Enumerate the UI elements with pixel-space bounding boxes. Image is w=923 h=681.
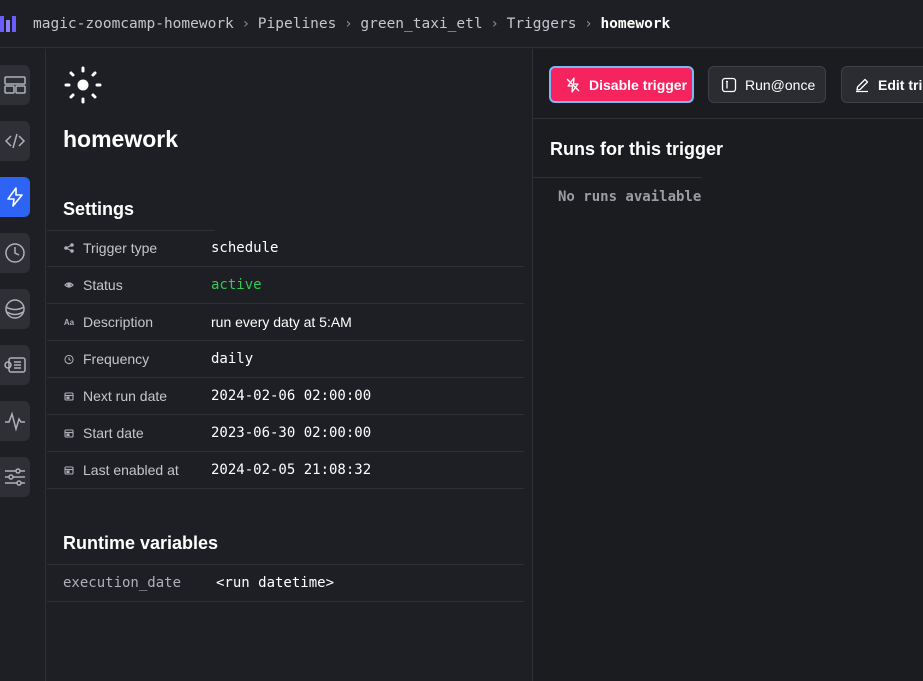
settings-label: Start date bbox=[83, 425, 144, 441]
code-icon bbox=[4, 133, 26, 149]
settings-heading: Settings bbox=[63, 199, 135, 219]
run-once-label: Run@once bbox=[745, 76, 816, 93]
settings-value: schedule bbox=[211, 240, 279, 256]
settings-row-last-enabled: Last enabled at 2024-02-05 21:08:32 bbox=[47, 452, 524, 489]
nav-overview-button[interactable] bbox=[0, 65, 30, 105]
settings-row-description: Aa Description run every daty at 5:AM bbox=[47, 304, 524, 341]
settings-row-next-run: Next run date 2024-02-06 02:00:00 bbox=[47, 378, 524, 415]
disable-trigger-button[interactable]: Disable trigger bbox=[549, 66, 694, 103]
lightning-off-icon bbox=[566, 76, 580, 93]
settings-label: Trigger type bbox=[83, 240, 158, 256]
settings-value: 2023-06-30 02:00:00 bbox=[211, 425, 372, 441]
share-icon bbox=[64, 243, 74, 253]
trigger-detail-panel: homework Settings Trigger type schedule … bbox=[47, 49, 531, 681]
runtime-variable-key: execution_date bbox=[63, 575, 182, 591]
schedule-sun-icon bbox=[64, 66, 102, 104]
settings-label: Frequency bbox=[83, 351, 150, 367]
settings-value: daily bbox=[211, 351, 254, 367]
settings-row-frequency: Frequency daily bbox=[47, 341, 524, 378]
left-nav-rail bbox=[0, 49, 46, 681]
nav-triggers-button[interactable] bbox=[0, 177, 30, 217]
text-icon: Aa bbox=[63, 317, 75, 327]
status-icon bbox=[64, 280, 74, 290]
settings-value: run every daty at 5:AM bbox=[211, 314, 352, 330]
clock-icon bbox=[64, 354, 74, 364]
settings-label: Last enabled at bbox=[83, 462, 179, 478]
breadcrumb-pipeline[interactable]: green_taxi_etl bbox=[360, 16, 482, 32]
layout-icon bbox=[4, 76, 26, 94]
lightning-icon bbox=[7, 187, 23, 207]
logs-icon bbox=[4, 357, 26, 373]
breadcrumb-current: homework bbox=[600, 16, 671, 32]
settings-row-status: Status active bbox=[47, 267, 524, 304]
pulse-icon bbox=[5, 411, 25, 432]
pencil-icon bbox=[856, 78, 869, 92]
settings-value: 2024-02-05 21:08:32 bbox=[211, 462, 372, 478]
nav-backfills-button[interactable] bbox=[0, 289, 30, 329]
planet-icon bbox=[5, 299, 25, 319]
settings-value: 2024-02-06 02:00:00 bbox=[211, 388, 372, 404]
breadcrumb-pipelines[interactable]: Pipelines bbox=[258, 16, 337, 32]
chevron-right-icon: › bbox=[241, 16, 251, 32]
edit-trigger-label: Edit trigger bbox=[878, 76, 923, 93]
settings-row-trigger-type: Trigger type schedule bbox=[47, 230, 524, 267]
nav-monitor-button[interactable] bbox=[0, 401, 30, 441]
nav-logs-button[interactable] bbox=[0, 345, 30, 385]
runs-divider bbox=[533, 177, 702, 178]
nav-runs-button[interactable] bbox=[0, 233, 30, 273]
trigger-runs-panel: Disable trigger Run@once Edit trigger Ru… bbox=[532, 49, 923, 681]
trigger-toolbar: Disable trigger Run@once Edit trigger bbox=[533, 49, 923, 119]
disable-trigger-label: Disable trigger bbox=[589, 76, 688, 93]
nav-settings-button[interactable] bbox=[0, 457, 30, 497]
settings-label: Status bbox=[83, 277, 123, 293]
run-once-button[interactable]: Run@once bbox=[708, 66, 826, 103]
breadcrumb: magic-zoomcamp-homework › Pipelines › gr… bbox=[33, 0, 670, 48]
chevron-right-icon: › bbox=[490, 16, 499, 32]
calendar-icon bbox=[64, 428, 74, 438]
mage-logo-icon[interactable] bbox=[0, 14, 16, 34]
settings-label: Next run date bbox=[83, 388, 168, 404]
sliders-icon bbox=[5, 468, 25, 486]
clock-icon bbox=[5, 243, 25, 263]
breadcrumb-project[interactable]: magic-zoomcamp-homework bbox=[33, 16, 234, 32]
runs-empty-state: No runs available bbox=[558, 189, 702, 205]
settings-label: Description bbox=[83, 314, 154, 330]
calendar-icon bbox=[64, 465, 74, 475]
status-value: active bbox=[211, 277, 262, 293]
edit-trigger-button[interactable]: Edit trigger bbox=[841, 66, 923, 103]
settings-row-start-date: Start date 2023-06-30 02:00:00 bbox=[47, 415, 524, 452]
breadcrumb-triggers[interactable]: Triggers bbox=[507, 16, 577, 32]
top-header: magic-zoomcamp-homework › Pipelines › gr… bbox=[0, 0, 923, 48]
run-once-icon bbox=[721, 77, 737, 92]
runtime-variable-row: execution_date <run datetime> bbox=[47, 564, 524, 602]
chevron-right-icon: › bbox=[584, 16, 593, 32]
trigger-title: homework bbox=[63, 126, 179, 152]
runtime-variables-heading: Runtime variables bbox=[63, 533, 219, 553]
calendar-icon bbox=[64, 391, 74, 401]
runtime-variable-value: <run datetime> bbox=[216, 575, 335, 591]
runs-heading: Runs for this trigger bbox=[550, 139, 724, 159]
chevron-right-icon: › bbox=[344, 16, 353, 32]
nav-code-button[interactable] bbox=[0, 121, 30, 161]
